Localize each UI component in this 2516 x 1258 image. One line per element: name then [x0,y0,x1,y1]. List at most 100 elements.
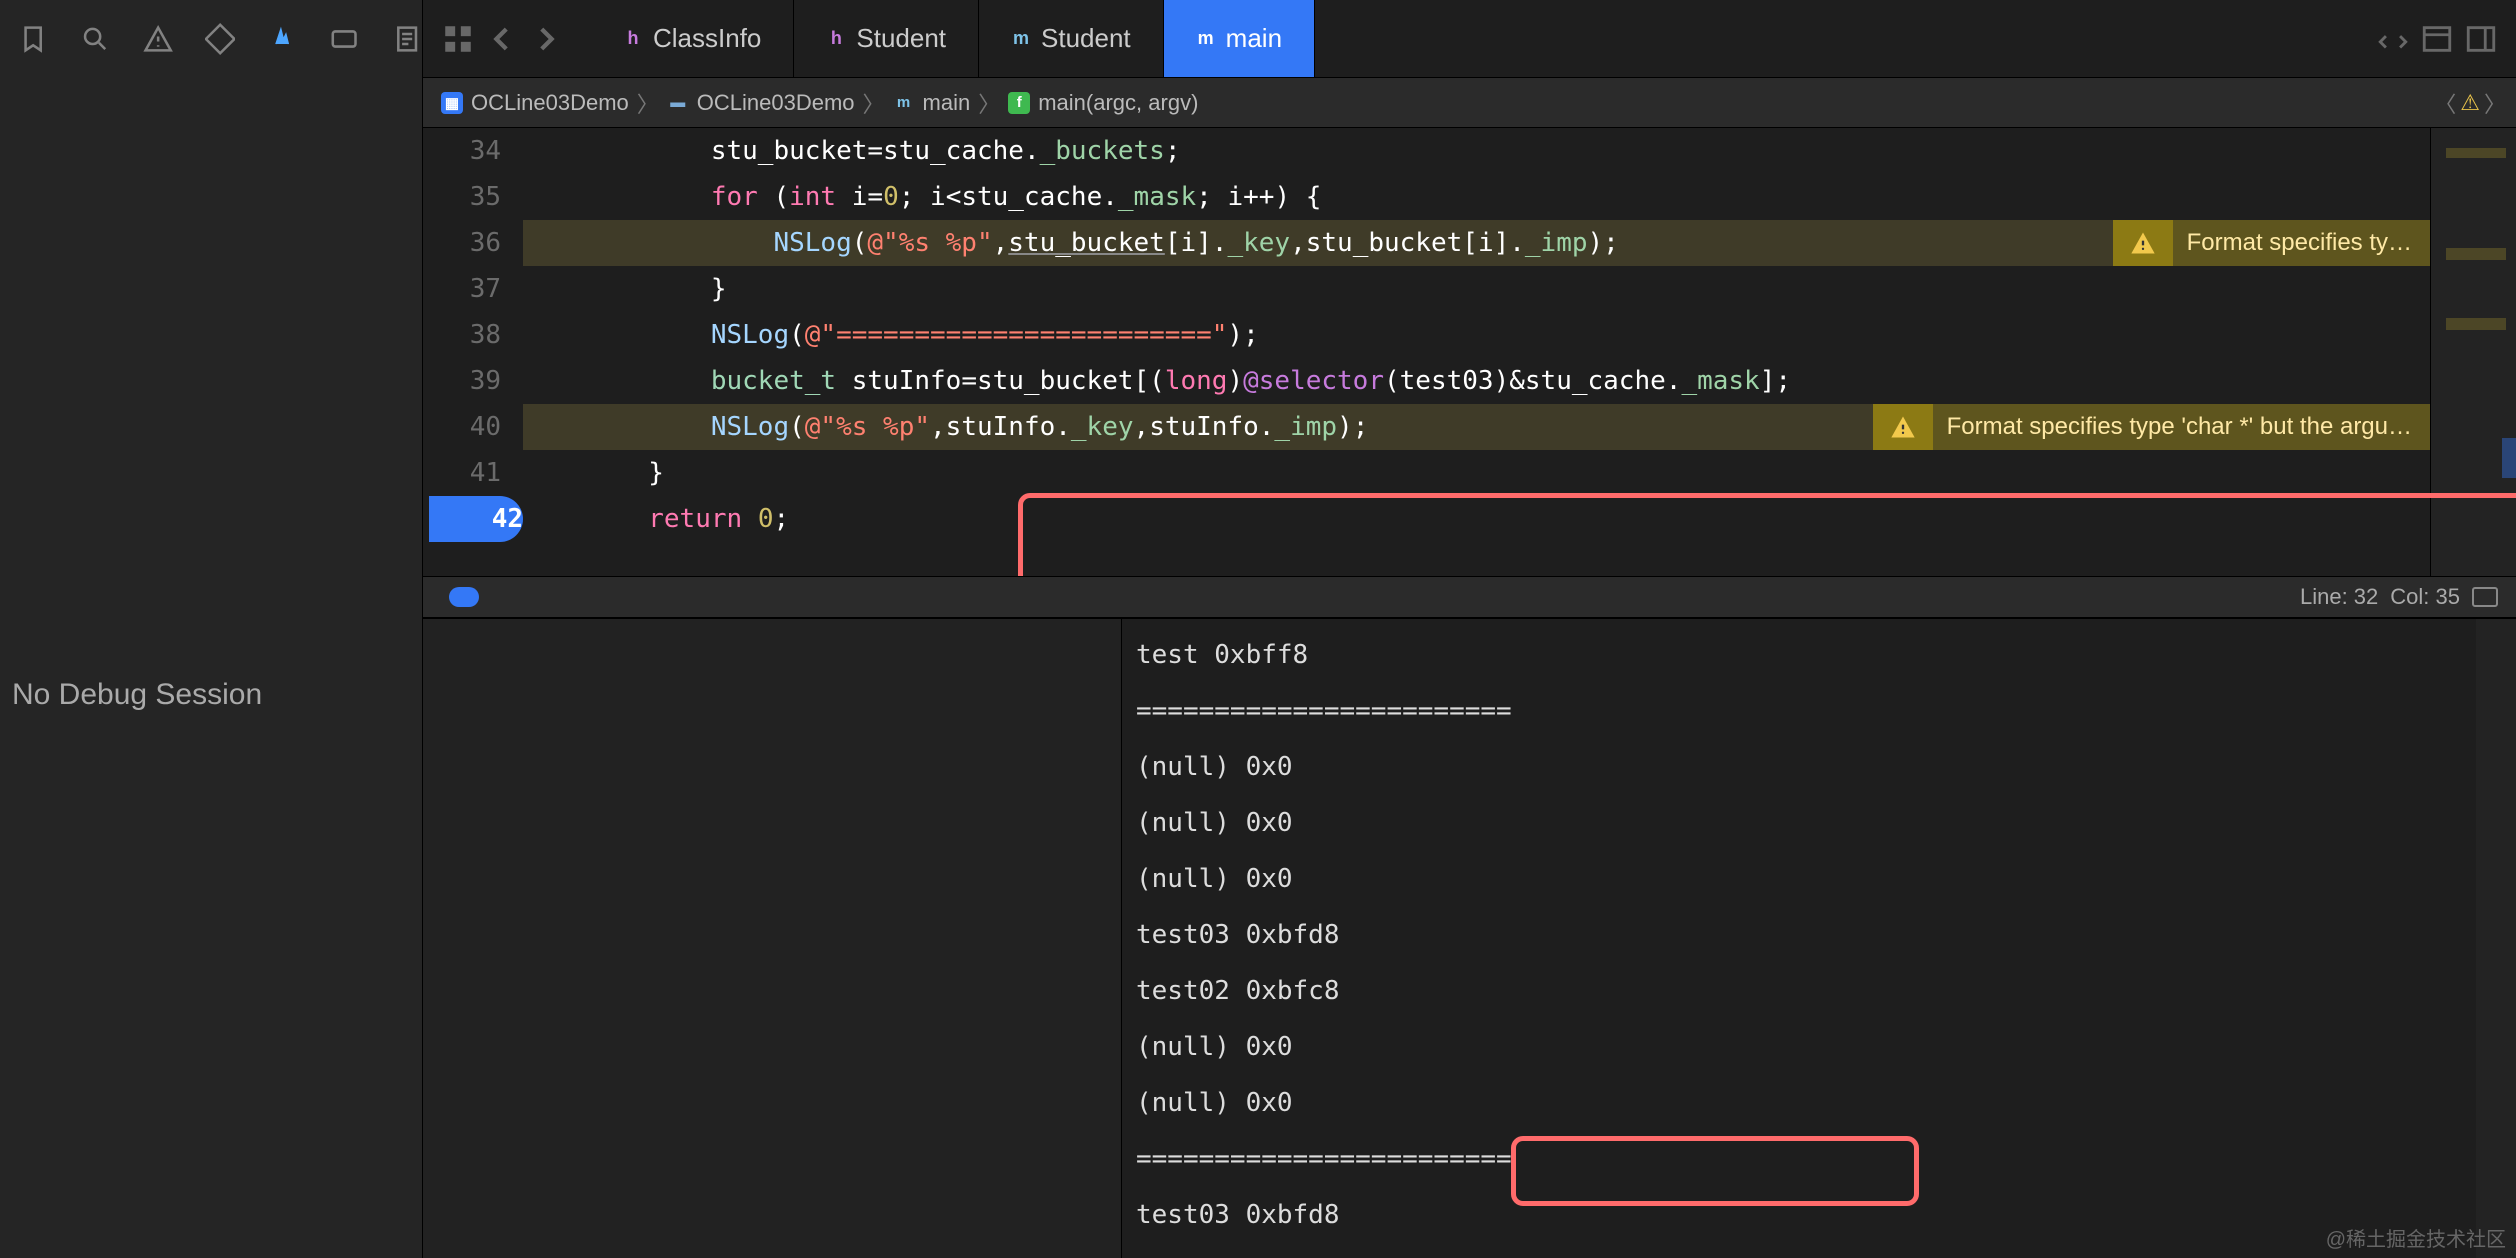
tab-student-m[interactable]: m Student [979,0,1164,77]
watermark: @稀土掘金技术社区 [2326,1223,2506,1252]
code-line[interactable]: NSLog(@"========================"); [523,312,2430,358]
tab-label: ClassInfo [653,23,761,54]
debug-area: test 0xbff8========================(null… [423,618,2516,1258]
console-line: ======================== [1136,683,2502,739]
crumb-label: main [923,90,971,116]
chevron-right-icon: 〉 [637,87,659,119]
line-number[interactable]: 37 [423,266,501,312]
warning-text: Format specifies type 'char *' but the a… [1947,404,2412,450]
line-number[interactable]: 35 [423,174,501,220]
prev-issue-icon[interactable]: 〈 [2434,87,2456,119]
issue-stepper: 〈 ⚠ 〉 [2434,87,2506,119]
debug-icon[interactable] [267,22,297,56]
warning-icon[interactable]: ⚠ [2460,90,2480,116]
console-line: test03 0xbfd8 [1136,1187,2502,1243]
code-line[interactable]: NSLog(@"%s %p",stuInfo._key,stuInfo._imp… [523,404,2430,450]
issues-icon[interactable] [143,22,173,56]
line-number[interactable]: 38 [423,312,501,358]
bookmark-icon[interactable] [18,22,48,56]
minimap[interactable] [2430,128,2516,576]
tab-student-h[interactable]: h Student [794,0,979,77]
breadcrumb-project[interactable]: ▦ OCLine03Demo [441,90,629,116]
related-items-icon[interactable] [441,22,475,56]
adjust-editor-icon[interactable] [2420,22,2454,56]
tab-main[interactable]: mmain [1164,0,1315,77]
warning-triangle-icon [1873,404,1933,450]
toggle-console-icon[interactable] [2472,587,2498,607]
chevron-right-icon: 〉 [863,87,885,119]
console-line: (null) 0x0 [1136,1075,2502,1131]
console-line: Program ended with exit code: 0 [1136,1243,2502,1258]
crumb-label: OCLine03Demo [471,90,629,116]
function-icon: f [1008,92,1030,114]
code-line[interactable]: NSLog(@"%s %p",stu_bucket[i]._key,stu_bu… [523,220,2430,266]
breakpoint-pill-icon[interactable] [449,587,479,607]
code-line[interactable]: } [523,266,2430,312]
code-review-icon[interactable] [2376,22,2410,56]
search-icon[interactable] [80,22,110,56]
tab-label: Student [856,23,946,54]
editor-area: hClassInfo hStudent mStudent mmain ▦OCLi… [423,0,2516,1258]
console-line: (null) 0x0 [1136,739,2502,795]
current-line-number[interactable]: 42 [429,496,523,542]
console-line: test03 0xbfd8 [1136,907,2502,963]
tab-bar-right [2376,22,2516,56]
header-file-icon: h [623,29,643,49]
console-line: (null) 0x0 [1136,795,2502,851]
line-number[interactable]: 41 [423,450,501,496]
inline-warning[interactable]: Format specifies ty… [2113,220,2430,266]
code-line[interactable]: for (int i=0; i<stu_cache._mask; i++) { [523,174,2430,220]
project-icon: ▦ [441,92,463,114]
tab-label: main [1226,23,1282,54]
tab-bar: hClassInfo hStudent mStudent mmain [423,0,2516,78]
line-number[interactable]: 36 [423,220,501,266]
code-line[interactable]: stu_bucket=stu_cache._buckets; [523,128,2430,174]
report-icon[interactable] [392,22,422,56]
breadcrumb-bar: ▦OCLine03Demo 〉 ▬OCLine03Demo 〉 mmain 〉 … [423,78,2516,128]
impl-file-icon: m [1196,29,1216,49]
next-issue-icon[interactable]: 〉 [2484,87,2506,119]
file-tabs: hClassInfo hStudent mStudent mmain [591,0,1315,77]
variables-view[interactable] [423,619,1122,1258]
code-line[interactable]: return 0; [523,496,2430,542]
chevron-right-icon: 〉 [978,87,1000,119]
crumb-label: main(argc, argv) [1038,90,1198,116]
code-line[interactable]: bucket_t stuInfo=stu_bucket[(long)@selec… [523,358,2430,404]
code-viewport[interactable]: 34 35 36 37 38 39 40 41 42 stu_bucket=st… [423,128,2516,576]
code-content[interactable]: stu_bucket=stu_cache._buckets; for (int … [523,128,2430,542]
breadcrumb-function[interactable]: f main(argc, argv) [1008,90,1198,116]
crumb-label: OCLine03Demo [697,90,855,116]
folder-icon: ▬ [667,92,689,114]
breadcrumb-file[interactable]: mmain [893,90,971,116]
code-editor: 34 35 36 37 38 39 40 41 42 stu_bucket=st… [423,128,2516,1258]
impl-file-icon: m [893,92,915,114]
cursor-line: Line: 32 [2300,584,2378,610]
header-file-icon: h [826,29,846,49]
tab-classinfo[interactable]: h ClassInfo [591,0,794,77]
tests-icon[interactable] [205,22,235,56]
breadcrumb-folder[interactable]: ▬ OCLine03Demo [667,90,855,116]
line-number[interactable]: 39 [423,358,501,404]
no-debug-label: No Debug Session [12,678,422,712]
breakpoint-icon[interactable] [329,22,359,56]
console-line: test 0xbff8 [1136,627,2502,683]
back-icon[interactable] [485,22,519,56]
impl-file-icon: m [1011,29,1031,49]
console-line: (null) 0x0 [1136,851,2502,907]
line-number[interactable]: 40 [423,404,501,450]
console-output[interactable]: test 0xbff8========================(null… [1122,619,2516,1258]
code-line[interactable]: } [523,450,2430,496]
line-number[interactable]: 34 [423,128,501,174]
inline-warning[interactable]: Format specifies type 'char *' but the a… [1873,404,2430,450]
add-editor-icon[interactable] [2464,22,2498,56]
console-scrollbar[interactable] [2476,619,2516,1258]
forward-icon[interactable] [529,22,563,56]
console-line: test02 0xbfc8 [1136,963,2502,1019]
cursor-col: Col: 35 [2390,584,2460,610]
navigator-toolbar [0,0,422,78]
navigator-sidebar: No Debug Session [0,0,423,1258]
tab-label: Student [1041,23,1131,54]
warning-text: Format specifies ty… [2187,220,2412,266]
console-line: (null) 0x0 [1136,1019,2502,1075]
line-gutter[interactable]: 34 35 36 37 38 39 40 41 42 [423,128,523,542]
